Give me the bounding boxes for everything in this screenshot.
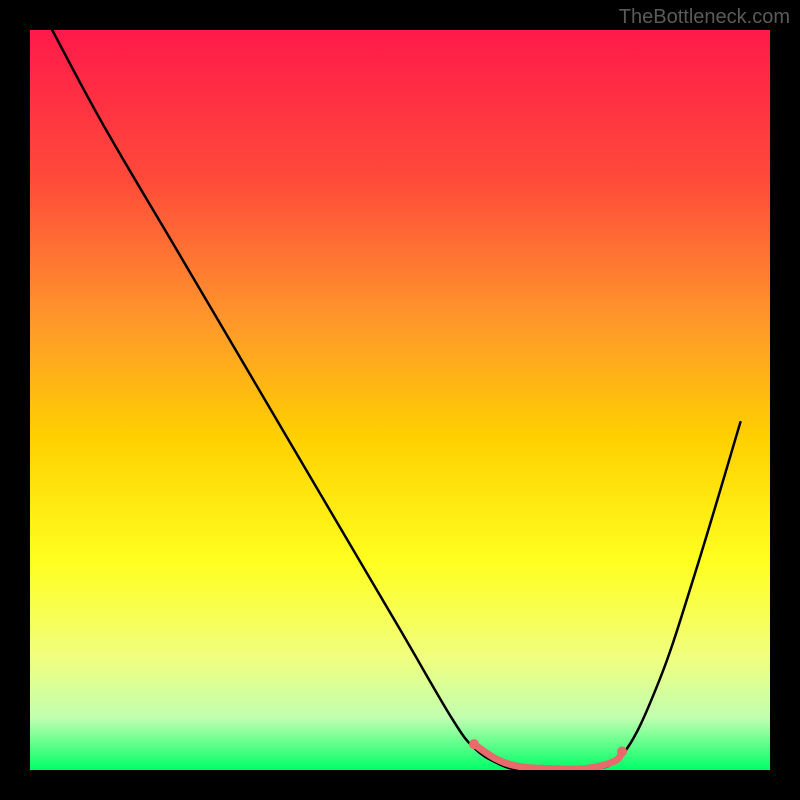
bottleneck-chart [30, 30, 770, 770]
range-start-dot [469, 739, 479, 749]
gradient-background [30, 30, 770, 770]
range-end-dot [617, 747, 627, 757]
chart-container [30, 30, 770, 770]
watermark-text: TheBottleneck.com [619, 6, 790, 29]
